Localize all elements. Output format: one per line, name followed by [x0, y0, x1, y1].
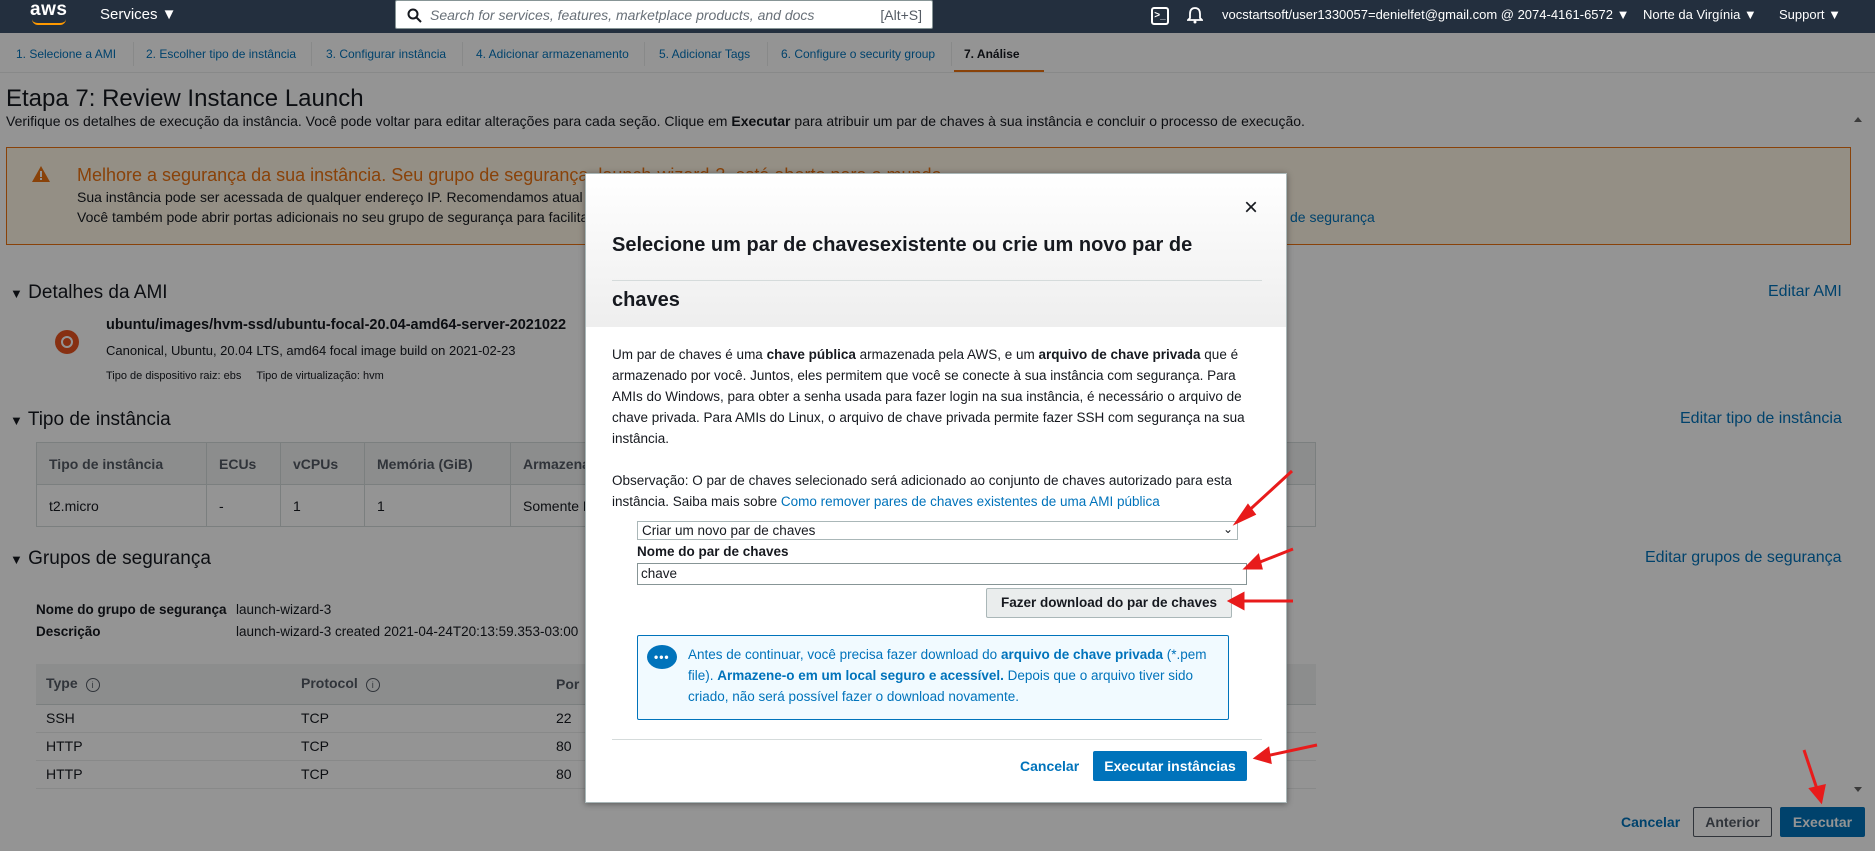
arrowhead: [1242, 553, 1263, 570]
arrowhead: [1226, 591, 1245, 611]
arrow-to-launch: [1802, 749, 1820, 793]
annotation-arrows: [1226, 469, 1826, 805]
arrowhead: [1252, 746, 1272, 765]
arrowhead: [1232, 503, 1257, 526]
arrow-to-launch-instances: [1265, 743, 1318, 758]
arrowhead: [1808, 784, 1826, 805]
